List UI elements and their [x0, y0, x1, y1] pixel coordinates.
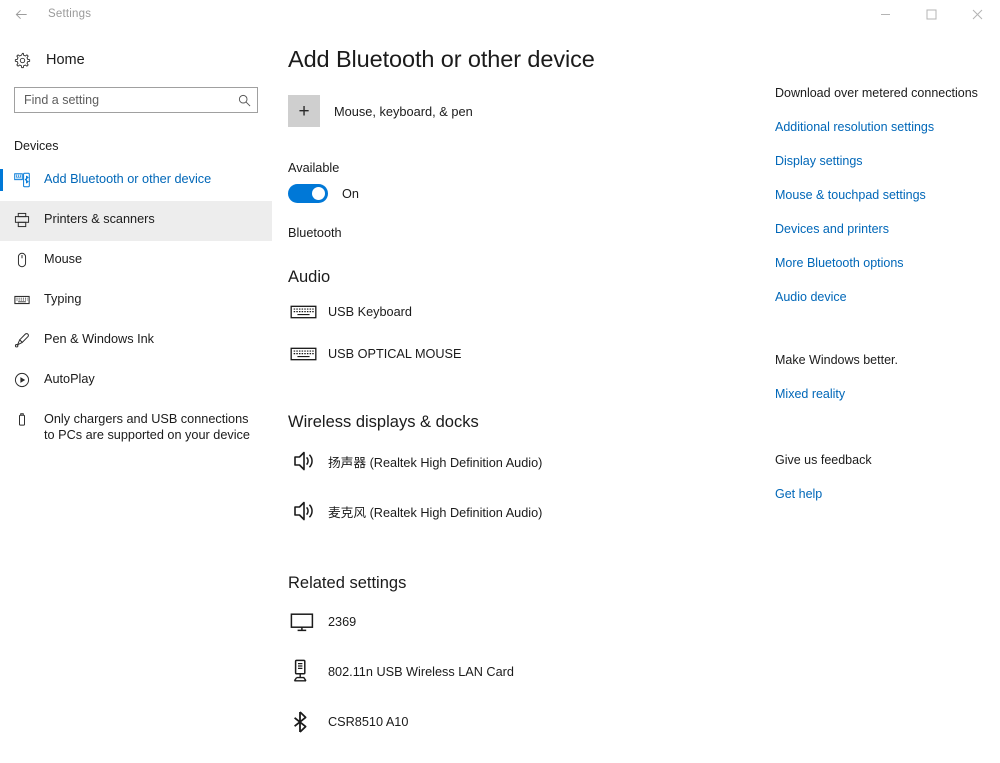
rail-link-more-bluetooth-options[interactable]: More Bluetooth options — [775, 255, 1000, 272]
window-title: Settings — [48, 8, 91, 20]
rail-heading-give-us-feedback: Give us feedback — [775, 452, 1000, 469]
minimize-icon — [880, 9, 891, 20]
device-row[interactable]: CSR8510 A10 — [288, 697, 762, 747]
rail-link-audio-device[interactable]: Audio device — [775, 289, 1000, 306]
available-label: Available — [288, 161, 762, 175]
keyboard-icon — [290, 303, 328, 321]
printer-icon — [14, 211, 38, 228]
back-button[interactable] — [0, 0, 42, 28]
device-name: 麦克风 (Realtek High Definition Audio) — [328, 502, 542, 521]
device-name: 2369 — [328, 615, 356, 629]
selection-accent-bar — [0, 169, 3, 191]
sidebar-item-typing[interactable]: Typing — [0, 281, 272, 321]
device-name: CSR8510 A10 — [328, 715, 408, 729]
usb-icon — [14, 411, 38, 428]
group-title-audio: Audio — [288, 268, 762, 287]
close-icon — [972, 9, 983, 20]
device-list-audio: USB Keyboard USB OPTICAL MOUSE — [288, 291, 762, 375]
sidebar-home-label: Home — [46, 52, 85, 68]
device-list-related: 2369 802.11n USB Wireless LAN Card CSR85… — [288, 597, 762, 747]
selection-accent-bar — [0, 329, 3, 351]
search-input[interactable] — [24, 93, 238, 107]
speaker-icon — [290, 499, 328, 523]
group-title-related-settings: Related settings — [288, 574, 762, 593]
bluetooth-toggle-row[interactable]: On — [288, 184, 762, 203]
sidebar-item-label: Mouse — [44, 251, 82, 267]
sidebar-item-usb-notice[interactable]: Only chargers and USB connections to PCs… — [0, 401, 272, 453]
device-row[interactable]: USB OPTICAL MOUSE — [288, 333, 762, 375]
sidebar-item-label: Typing — [44, 291, 81, 307]
device-list-wireless: 扬声器 (Realtek High Definition Audio) 麦克风 … — [288, 436, 762, 536]
search-box[interactable] — [14, 87, 258, 113]
selection-accent-bar — [0, 289, 3, 311]
sidebar-item-pen-and-windows-ink[interactable]: Pen & Windows Ink — [0, 321, 272, 361]
device-name: USB Keyboard — [328, 305, 412, 319]
sidebar-item-label: AutoPlay — [44, 371, 95, 387]
network-device-icon — [290, 659, 328, 685]
pen-icon — [14, 331, 38, 348]
device-name: 802.11n USB Wireless LAN Card — [328, 665, 514, 679]
rail-link-display-settings[interactable]: Display settings — [775, 153, 1000, 170]
toggle-knob — [312, 187, 325, 200]
gear-icon — [14, 52, 36, 69]
speaker-icon — [290, 449, 328, 473]
window-titlebar: Settings — [0, 0, 1000, 28]
keyboard-icon — [14, 291, 38, 308]
rail-link-mixed-reality[interactable]: Mixed reality — [775, 386, 1000, 403]
device-name: USB OPTICAL MOUSE — [328, 347, 461, 361]
sidebar-nav-list: Add Bluetooth or other device Printers &… — [0, 161, 272, 453]
rail-link-get-help[interactable]: Get help — [775, 486, 1000, 503]
add-device-row[interactable]: + Mouse, keyboard, & pen — [288, 95, 762, 127]
main-content: Add Bluetooth or other device + Mouse, k… — [272, 28, 762, 763]
mouse-icon — [14, 251, 38, 268]
close-button[interactable] — [954, 0, 1000, 28]
rail-heading-make-windows-better: Make Windows better. — [775, 352, 1000, 369]
sidebar-item-label: Pen & Windows Ink — [44, 331, 154, 347]
sidebar-item-home[interactable]: Home — [0, 44, 272, 76]
device-row[interactable]: 扬声器 (Realtek High Definition Audio) — [288, 436, 762, 486]
right-rail: Download over metered connections Additi… — [775, 28, 1000, 763]
bluetooth-device-icon — [14, 171, 38, 188]
selection-accent-bar — [0, 409, 3, 431]
play-circle-icon — [14, 371, 38, 388]
sidebar-item-add-bluetooth-or-other-device[interactable]: Add Bluetooth or other device — [0, 161, 272, 201]
device-row[interactable]: 802.11n USB Wireless LAN Card — [288, 647, 762, 697]
selection-accent-bar — [0, 369, 3, 391]
back-arrow-icon — [14, 7, 29, 22]
bluetooth-icon — [290, 710, 328, 734]
toggle-state-label: On — [342, 187, 359, 201]
sidebar-section-label: Devices — [0, 139, 272, 153]
selection-accent-bar — [0, 249, 3, 271]
sidebar-item-mouse[interactable]: Mouse — [0, 241, 272, 281]
add-device-label: Mouse, keyboard, & pen — [334, 104, 473, 119]
maximize-button[interactable] — [908, 0, 954, 28]
rail-link-devices-and-printers[interactable]: Devices and printers — [775, 221, 1000, 238]
sidebar: Home Devices Add Bluetooth or other devi… — [0, 28, 272, 763]
sidebar-item-printers-and-scanners[interactable]: Printers & scanners — [0, 201, 272, 241]
window-controls — [862, 0, 1000, 28]
search-icon — [238, 94, 251, 107]
bluetooth-label: Bluetooth — [288, 226, 762, 240]
rail-link-additional-resolution-settings[interactable]: Additional resolution settings — [775, 119, 1000, 136]
selection-accent-bar — [0, 209, 3, 231]
sidebar-item-label: Only chargers and USB connections to PCs… — [44, 411, 256, 443]
device-row[interactable]: 2369 — [288, 597, 762, 647]
page-title: Add Bluetooth or other device — [288, 46, 762, 73]
device-name: 扬声器 (Realtek High Definition Audio) — [328, 452, 542, 471]
plus-icon[interactable]: + — [288, 95, 320, 127]
device-row[interactable]: USB Keyboard — [288, 291, 762, 333]
maximize-icon — [926, 9, 937, 20]
bluetooth-toggle[interactable] — [288, 184, 328, 203]
monitor-icon — [290, 612, 328, 633]
group-title-wireless-displays-and-docks: Wireless displays & docks — [288, 413, 762, 432]
device-row[interactable]: 麦克风 (Realtek High Definition Audio) — [288, 486, 762, 536]
minimize-button[interactable] — [862, 0, 908, 28]
sidebar-item-label: Printers & scanners — [44, 211, 155, 227]
rail-link-mouse-and-touchpad-settings[interactable]: Mouse & touchpad settings — [775, 187, 1000, 204]
sidebar-item-autoplay[interactable]: AutoPlay — [0, 361, 272, 401]
keyboard-icon — [290, 345, 328, 363]
rail-heading-metered: Download over metered connections — [775, 85, 1000, 102]
sidebar-item-label: Add Bluetooth or other device — [44, 171, 211, 187]
